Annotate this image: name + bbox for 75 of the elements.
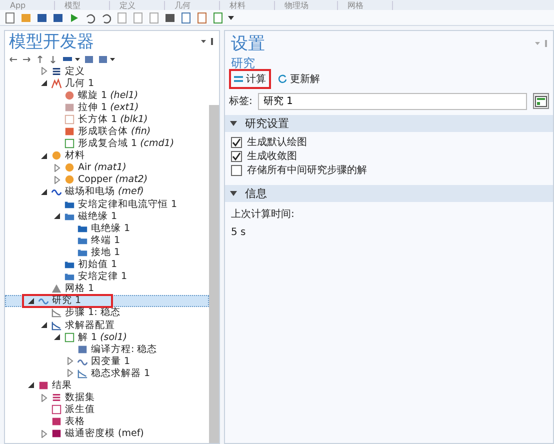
tree-item[interactable]: 接地 1 bbox=[5, 246, 209, 258]
tree-item[interactable]: 数据集 bbox=[5, 392, 209, 404]
tree-item[interactable]: 磁通密度模 (mef) bbox=[5, 428, 209, 440]
pin-icon[interactable] bbox=[201, 38, 215, 46]
tree-item[interactable]: 形成联合体 (fin) bbox=[5, 125, 209, 138]
tree-item[interactable]: 表格 bbox=[5, 416, 209, 428]
tree-item[interactable]: 磁绝缘 1 bbox=[5, 210, 209, 222]
tree-item[interactable]: Air (mat1) bbox=[5, 162, 209, 174]
tree-item[interactable]: 求解器配置 bbox=[5, 318, 209, 332]
tree-item[interactable]: 定义 bbox=[5, 65, 209, 78]
triangle-icon bbox=[51, 283, 62, 294]
boundary-icon bbox=[64, 271, 75, 282]
tree-item[interactable]: 电绝缘 1 bbox=[5, 222, 209, 234]
panel-title: 模型开发器 bbox=[9, 32, 94, 52]
image-button[interactable] bbox=[533, 93, 549, 109]
file-icon[interactable] bbox=[4, 12, 16, 24]
info-text: 上次计算时间: bbox=[231, 208, 296, 222]
section-header[interactable]: 信息 bbox=[225, 185, 553, 202]
tree-item[interactable]: 派生值 bbox=[5, 404, 209, 416]
toolbar-button[interactable]: 计算 bbox=[229, 68, 271, 88]
refresh-icon bbox=[278, 74, 287, 83]
checkbox[interactable]: 生成收敛图 bbox=[231, 150, 549, 162]
tree-item[interactable]: 形成复合域 1 (cmd1) bbox=[5, 138, 209, 150]
collapse-arrow-icon[interactable] bbox=[230, 191, 237, 196]
expanded-arrow-icon[interactable] bbox=[53, 212, 61, 220]
expanded-arrow-icon[interactable] bbox=[27, 381, 35, 390]
panel-title: 设置 bbox=[231, 34, 265, 54]
redo-icon[interactable] bbox=[100, 12, 112, 24]
triangle-outline-icon bbox=[51, 78, 62, 89]
field-label: 标签: bbox=[229, 94, 252, 108]
solver-icon bbox=[77, 368, 88, 379]
undo-icon[interactable] bbox=[84, 12, 96, 24]
tree-item[interactable]: Copper (mat2) bbox=[5, 174, 209, 186]
dataset-icon bbox=[51, 392, 62, 404]
checkbox[interactable]: 生成默认绘图 bbox=[231, 136, 549, 148]
tree-item[interactable]: 几何 1 bbox=[5, 77, 209, 90]
checkbox[interactable]: 存储所有中间研究步骤的解 bbox=[231, 164, 549, 176]
tree-item[interactable]: 长方体 1 (blk1) bbox=[5, 113, 209, 126]
tree-item[interactable]: 初始值 1 bbox=[5, 258, 209, 271]
info-text: 5 s bbox=[231, 226, 247, 240]
tree-item[interactable]: 网格 1 bbox=[5, 282, 209, 295]
tree-item[interactable]: 安培定律和电流守恒 1 bbox=[5, 198, 209, 210]
scrollbar[interactable] bbox=[209, 105, 219, 443]
tree-item[interactable]: 安培定律 1 bbox=[5, 270, 209, 283]
tree-item[interactable]: 因变量 1 bbox=[5, 355, 209, 368]
collapsed-arrow-icon[interactable] bbox=[40, 394, 48, 402]
expanded-arrow-icon[interactable] bbox=[27, 296, 35, 305]
expanded-arrow-icon[interactable] bbox=[40, 188, 48, 196]
tree-item[interactable]: 材料 bbox=[5, 150, 209, 162]
tree-item[interactable]: 结果 bbox=[5, 379, 209, 392]
tree-item[interactable]: 拉伸 1 (ext1) bbox=[5, 101, 209, 114]
tree-item[interactable]: 终端 1 bbox=[5, 234, 209, 246]
tree-item[interactable]: 解 1 (sol1) bbox=[5, 331, 209, 344]
toolbar-button[interactable]: 更新解 bbox=[273, 68, 325, 88]
caret-icon[interactable] bbox=[228, 14, 234, 20]
line-chart-icon bbox=[51, 307, 62, 318]
line-chart-icon bbox=[51, 320, 62, 331]
label-field[interactable]: 研究 1 bbox=[258, 92, 527, 110]
domain-icon bbox=[64, 259, 75, 270]
section-header[interactable]: 研究设置 bbox=[225, 115, 553, 132]
collapse-arrow-icon[interactable] bbox=[230, 121, 237, 126]
tree-item[interactable]: 步骤 1: 稳态 bbox=[5, 306, 209, 319]
tree-item[interactable]: 稳态求解器 1 bbox=[5, 367, 209, 380]
block-icon bbox=[64, 102, 75, 113]
collapsed-arrow-icon[interactable] bbox=[40, 67, 48, 76]
tree-item[interactable]: 螺旋 1 (hel1) bbox=[5, 89, 209, 102]
list-icon bbox=[51, 66, 62, 77]
tree-item[interactable]: 磁场和电场 (mef) bbox=[5, 186, 209, 198]
tree-item[interactable]: 研究 1 bbox=[5, 294, 209, 307]
tree-item[interactable]: 编译方程: 稳态 bbox=[5, 343, 209, 356]
collapsed-arrow-icon[interactable] bbox=[40, 430, 48, 438]
expanded-arrow-icon[interactable] bbox=[40, 152, 48, 160]
panel-subtitle: 研究 bbox=[230, 55, 256, 70]
expanded-arrow-icon[interactable] bbox=[40, 79, 48, 88]
equals-icon bbox=[234, 74, 243, 82]
